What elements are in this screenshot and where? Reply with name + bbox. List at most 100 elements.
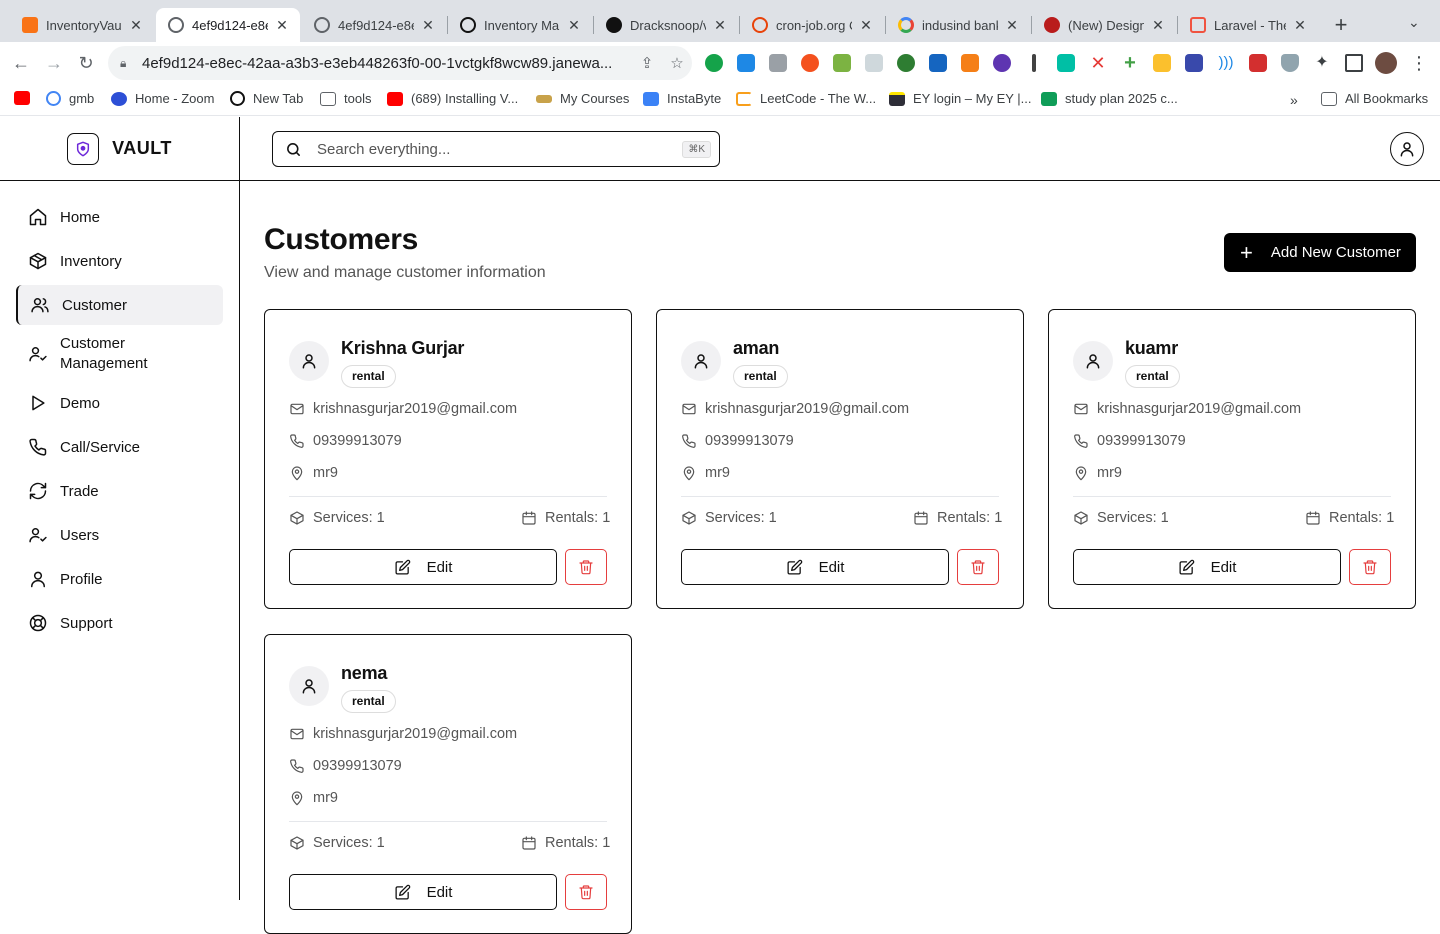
- notion-extension-icon[interactable]: [1057, 54, 1075, 72]
- record-extension-icon[interactable]: [1249, 54, 1267, 72]
- delete-customer-button[interactable]: [957, 549, 999, 585]
- bookmark-gmb[interactable]: gmb: [46, 91, 94, 106]
- extensions-puzzle-icon[interactable]: ✦: [1313, 54, 1331, 72]
- sidebar-item-inventory[interactable]: Inventory: [16, 241, 223, 281]
- edit-customer-button[interactable]: Edit: [289, 874, 557, 910]
- calendar-icon: [522, 836, 536, 850]
- bookmark-youtube[interactable]: [14, 91, 38, 105]
- shield-extension-icon[interactable]: [1281, 54, 1299, 72]
- sidebar-item-call-service[interactable]: Call/Service: [16, 427, 223, 467]
- sidebar-item-support[interactable]: Support: [16, 603, 223, 643]
- bookmark-leetcode[interactable]: LeetCode - The W...: [736, 91, 876, 106]
- sidebar-item-customer-management[interactable]: Customer Management: [16, 329, 223, 379]
- camera-extension-icon[interactable]: [769, 54, 787, 72]
- bookmark-new-tab[interactable]: New Tab: [230, 91, 303, 106]
- edit-label: Edit: [426, 883, 453, 901]
- delete-customer-button[interactable]: [1349, 549, 1391, 585]
- browser-tab[interactable]: cron-job.org C ✕: [740, 8, 884, 42]
- sidebar-item-demo[interactable]: Demo: [16, 383, 223, 423]
- browser-tab[interactable]: 4ef9d124-e8ec ✕: [302, 8, 446, 42]
- audio-extension-icon[interactable]: ))): [1217, 54, 1235, 72]
- browser-tab[interactable]: indusind bank ✕: [886, 8, 1030, 42]
- profile-avatar-icon[interactable]: [1375, 52, 1397, 74]
- close-tab-icon[interactable]: ✕: [712, 17, 728, 34]
- extension-icon[interactable]: [801, 54, 819, 72]
- side-panel-icon[interactable]: [1345, 54, 1363, 72]
- bookmark-my-courses[interactable]: My Courses: [536, 91, 629, 106]
- tab-search-chevron-icon[interactable]: ⌄: [1408, 14, 1420, 31]
- share-icon[interactable]: ⇪: [632, 54, 662, 72]
- add-new-customer-button[interactable]: + Add New Customer: [1224, 233, 1416, 272]
- bookmark-instabyte[interactable]: InstaByte: [643, 91, 721, 106]
- user-menu-button[interactable]: [1390, 132, 1424, 166]
- new-tab-button[interactable]: +: [1330, 12, 1352, 38]
- close-tab-icon[interactable]: ✕: [1150, 17, 1166, 34]
- forward-button[interactable]: →: [43, 52, 65, 74]
- mail-icon: [1074, 403, 1088, 415]
- grammarly-extension-icon[interactable]: [705, 54, 723, 72]
- search-input[interactable]: [317, 140, 683, 158]
- browser-tab[interactable]: Laravel - The P ✕: [1178, 8, 1318, 42]
- sidebar-item-home[interactable]: Home: [16, 197, 223, 237]
- delete-customer-button[interactable]: [565, 874, 607, 910]
- close-tab-icon[interactable]: ✕: [858, 17, 874, 34]
- bookmarks-bar: gmb Home - Zoom New Tab tools (689) Inst…: [0, 84, 1440, 116]
- close-extension-icon[interactable]: ✕: [1089, 54, 1107, 72]
- plus-extension-icon[interactable]: +: [1121, 53, 1139, 73]
- package-icon: [1074, 511, 1088, 525]
- brand[interactable]: VAULT: [0, 117, 239, 181]
- close-tab-icon[interactable]: ✕: [566, 17, 582, 34]
- browser-tab[interactable]: InventoryVault ✕: [10, 8, 154, 42]
- browser-menu-icon[interactable]: ⋮: [1410, 54, 1428, 72]
- brand-name: VAULT: [112, 138, 172, 158]
- sidebar-item-profile[interactable]: Profile: [16, 559, 223, 599]
- browser-tab[interactable]: Dracksnoop/va ✕: [594, 8, 738, 42]
- browser-tab[interactable]: (New) Designe ✕: [1032, 8, 1176, 42]
- sidebar-item-users[interactable]: Users: [16, 515, 223, 555]
- back-button[interactable]: ←: [10, 52, 32, 74]
- bookmark-ey-login[interactable]: EY login – My EY |...: [889, 91, 1032, 106]
- edit-customer-button[interactable]: Edit: [681, 549, 949, 585]
- google-icon: [898, 17, 914, 33]
- reader-extension-icon[interactable]: [865, 54, 883, 72]
- close-tab-icon[interactable]: ✕: [274, 17, 290, 34]
- extension-icon[interactable]: [897, 54, 915, 72]
- all-bookmarks-folder[interactable]: All Bookmarks: [1321, 91, 1428, 106]
- delete-customer-button[interactable]: [565, 549, 607, 585]
- user-icon: [694, 354, 708, 369]
- extension-icon[interactable]: [737, 54, 755, 72]
- close-tab-icon[interactable]: ✕: [1292, 17, 1308, 34]
- sidebar-item-trade[interactable]: Trade: [16, 471, 223, 511]
- address-bar[interactable]: 🔒︎ 4ef9d124-e8ec-42aa-a3b3-e3eb448263f0-…: [108, 46, 692, 80]
- sidebar-item-customer[interactable]: Customer: [16, 285, 223, 325]
- browser-tab[interactable]: Inventory Man ✕: [448, 8, 592, 42]
- sidebar-item-label: Customer: [62, 296, 128, 314]
- customer-services-count: Services: 1: [705, 510, 777, 526]
- close-tab-icon[interactable]: ✕: [128, 17, 144, 34]
- bookmark-study-plan[interactable]: study plan 2025 c...: [1041, 91, 1178, 106]
- edit-customer-button[interactable]: Edit: [289, 549, 557, 585]
- extension-icon[interactable]: [1153, 54, 1171, 72]
- card-divider: [289, 496, 607, 497]
- bookmark-label: All Bookmarks: [1345, 91, 1429, 106]
- browser-tab-active[interactable]: 4ef9d124-e8ec ✕: [156, 8, 300, 42]
- reload-button[interactable]: ↻: [75, 52, 97, 74]
- extension-icon[interactable]: [961, 54, 979, 72]
- edit-customer-button[interactable]: Edit: [1073, 549, 1341, 585]
- close-tab-icon[interactable]: ✕: [420, 17, 436, 34]
- extension-icon[interactable]: [833, 54, 851, 72]
- site-info-icon[interactable]: 🔒︎: [120, 56, 134, 71]
- pen-extension-icon[interactable]: [1032, 54, 1036, 72]
- global-search[interactable]: ⌘K: [272, 131, 720, 167]
- close-tab-icon[interactable]: ✕: [1004, 17, 1020, 34]
- more-bookmarks-chevron-icon[interactable]: »: [1290, 92, 1298, 108]
- bookmark-zoom[interactable]: Home - Zoom: [111, 91, 214, 106]
- customer-services-stat: Services: 1: [289, 835, 385, 851]
- extension-icon[interactable]: [993, 54, 1011, 72]
- tab-title: 4ef9d124-e8ec: [192, 17, 268, 33]
- bookmark-star-icon[interactable]: ☆: [662, 54, 692, 72]
- checkbox-extension-icon[interactable]: [929, 54, 947, 72]
- bookmark-youtube-video[interactable]: (689) Installing V...: [387, 91, 518, 106]
- extension-icon[interactable]: [1185, 54, 1203, 72]
- bookmark-folder-tools[interactable]: tools: [320, 91, 371, 106]
